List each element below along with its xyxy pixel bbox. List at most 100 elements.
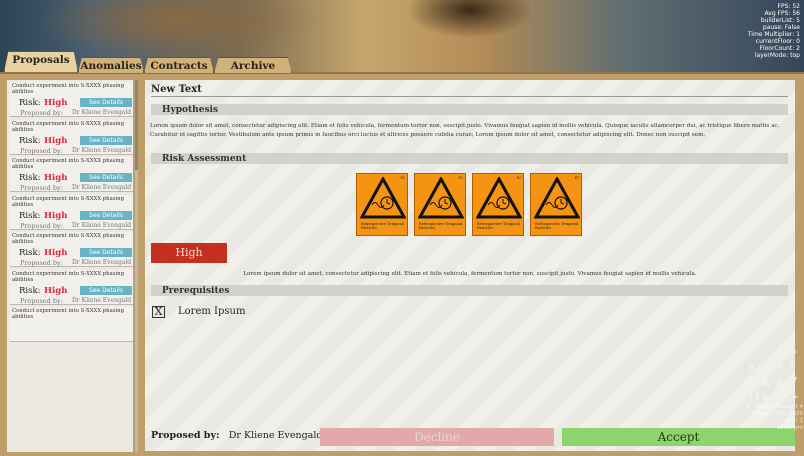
risk-level-badge: High [151, 243, 227, 263]
debug-line: pause: False [762, 24, 800, 31]
arrow-up-icon[interactable]: ▲ [749, 361, 755, 370]
temporal-hazard-icon [476, 177, 522, 219]
hazard-card: IV Retrospective Temporal Particles [356, 173, 408, 236]
proposal-item[interactable]: Conduct experiment into S-XXXX phasing a… [10, 82, 133, 117]
arrow-up-icon[interactable]: ▲ [763, 361, 769, 370]
risk-label: Risk: [19, 285, 41, 296]
play-icon[interactable]: ▶ [763, 392, 769, 401]
debug-line: Time Multiplier: 1 [747, 31, 800, 38]
tab-anomalies[interactable]: Anomalies [78, 57, 144, 73]
camera-up-icon[interactable]: ▲ [747, 374, 755, 387]
hazard-card: IV Retrospective Temporal Particles [530, 173, 582, 236]
tab-proposals[interactable]: Proposals [4, 51, 78, 72]
camera-house-icon[interactable]: ▲ [761, 374, 769, 387]
game-controls-overlay: ▲ ▬ ▲ ▲ ◆ ▼ ▲ ▲ ▲ ▼ ❚❚ ▶ ▶▶ ▶ 4 - Happy … [735, 345, 803, 435]
see-details-button[interactable]: See Details [80, 210, 132, 220]
proposal-detail-panel: New Text Hypothesis Lorem ipsum dolor si… [145, 80, 795, 451]
temporal-hazard-icon [360, 177, 406, 219]
pause-icon[interactable]: ❚❚ [747, 392, 760, 401]
prerequisite-label: Lorem Ipsum [178, 306, 246, 317]
risk-assessment-heading: Risk Assessment [151, 153, 788, 164]
proposal-item[interactable]: Conduct experiment into S-XXXX phasing a… [10, 232, 133, 267]
debug-line: FloorCount: 2 [759, 45, 801, 52]
year-label: Year 1 [786, 418, 803, 424]
scrollbar-thumb[interactable] [135, 80, 138, 170]
risk-value: High [44, 135, 68, 146]
risk-label: Risk: [19, 135, 41, 146]
decline-button[interactable]: Decline [320, 428, 554, 446]
temporal-hazard-icon [418, 177, 464, 219]
hazard-card: IV Retrospective Temporal Particles [472, 173, 524, 236]
proposal-title: Conduct experiment into S-XXXX phasing a… [12, 83, 124, 95]
debug-overlay: FPS: 52 Avg FPS: 56 builderList: 5 pause… [748, 3, 800, 59]
proposed-by-label: Proposed by: [20, 221, 63, 230]
proposal-title: Conduct experiment into S-XXXX phasing a… [12, 120, 124, 133]
proposer-name: Dr Kliene Evengald [72, 259, 132, 266]
proposed-by-label: Proposed by: [151, 430, 220, 441]
hazard-card: IV Retrospective Temporal Particles [414, 173, 466, 236]
debug-line: FPS: 52 [777, 3, 800, 10]
proposal-title: Conduct experiment into S-XXXX phasing a… [12, 158, 124, 170]
proposal-list[interactable]: Conduct experiment into S-XXXX phasing a… [7, 80, 133, 452]
see-details-button[interactable]: See Details [80, 173, 132, 182]
hazard-caption: Retrospective Temporal Particles [419, 222, 463, 230]
proposer-name: Dr Kliene Evengald [72, 109, 132, 116]
proposer-name: Dr Kliene Evengald [72, 146, 132, 154]
temporal-hazard-icon [534, 177, 580, 219]
floor-icon[interactable]: ▬ [789, 347, 797, 356]
tab-contracts[interactable]: Contracts [144, 57, 214, 73]
hypothesis-text: Lorem ipsum dolor sit amet, consectetur … [150, 123, 780, 138]
proposed-by-label: Proposed by: [20, 146, 63, 155]
tab-archive[interactable]: Archive [214, 57, 292, 73]
proposer-name: Dr Kliene Evengald [72, 184, 132, 191]
proposal-list-scrollbar[interactable] [135, 80, 138, 452]
proposal-title: Conduct experiment into S-XXXX phasing a… [12, 308, 124, 320]
proposer-footer: Proposed by: Dr Kliene Evengald [151, 430, 322, 441]
fast-forward-icon[interactable]: ▶▶ [775, 392, 787, 401]
risk-text: Lorem ipsum dolor sit amet, consectetur … [243, 271, 697, 277]
proposer-name: Dr Kliene Evengald [72, 221, 132, 229]
arrow-down-icon[interactable]: ▼ [789, 361, 795, 370]
proposal-item[interactable]: Conduct experiment into S-XXXX phasing a… [10, 307, 133, 342]
debug-line: builderList: 5 [760, 17, 800, 24]
layer-icon[interactable]: ◆ [777, 361, 783, 370]
proposer-name: Dr Kliene Evengald [228, 430, 323, 441]
debug-line: currentFloor: 0 [755, 38, 800, 45]
event-label: 4 - Happy Thought 4 [746, 404, 803, 410]
risk-label: Risk: [19, 173, 41, 183]
proposal-title: Conduct experiment into S-XXXX phasing a… [12, 233, 124, 245]
risk-value: High [44, 248, 68, 258]
see-details-button[interactable]: See Details [80, 135, 132, 145]
proposal-title: Conduct experiment into S-XXXX phasing a… [12, 195, 124, 208]
title-divider [151, 96, 788, 97]
proposal-title: Conduct experiment into S-XXXX phasing a… [12, 270, 124, 283]
hazard-caption: Retrospective Temporal Particles [361, 222, 405, 230]
camera-down-icon[interactable]: ▼ [789, 374, 797, 387]
risk-value: High [44, 210, 68, 221]
hazard-caption: Retrospective Temporal Particles [535, 222, 579, 230]
proposal-item[interactable]: Conduct experiment into S-XXXX phasing a… [10, 269, 133, 305]
proposal-item[interactable]: Conduct experiment into S-XXXX phasing a… [10, 194, 133, 230]
debug-line: layerMode: top [754, 52, 800, 59]
proposer-name: Dr Kliene Evengald [72, 296, 132, 304]
camera-rotate-icon[interactable]: ▲ [775, 374, 783, 387]
proposed-by-label: Proposed by: [20, 296, 63, 305]
date-label: January 21st 2020 [752, 411, 803, 417]
proposal-item[interactable]: Conduct experiment into S-XXXX phasing a… [10, 157, 133, 192]
risk-value: High [44, 173, 68, 183]
prerequisite-checkbox[interactable]: X [152, 306, 165, 318]
fastest-forward-icon[interactable]: ▶ [792, 392, 798, 401]
proposed-by-label: Proposed by: [20, 109, 63, 117]
see-details-button[interactable]: See Details [80, 98, 132, 107]
layer-toggle-icon[interactable]: ▲ [777, 345, 783, 354]
risk-label: Risk: [19, 248, 41, 258]
proposed-by-label: Proposed by: [20, 259, 63, 267]
debug-line: Avg FPS: 56 [764, 10, 800, 17]
detail-title: New Text [151, 84, 202, 95]
prerequisites-heading: Prerequisites [151, 285, 788, 296]
time-label: 15:00 pm [776, 425, 803, 431]
proposal-item[interactable]: Conduct experiment into S-XXXX phasing a… [10, 119, 133, 155]
see-details-button[interactable]: See Details [80, 248, 132, 257]
proposed-by-label: Proposed by: [20, 184, 63, 192]
see-details-button[interactable]: See Details [80, 285, 132, 295]
